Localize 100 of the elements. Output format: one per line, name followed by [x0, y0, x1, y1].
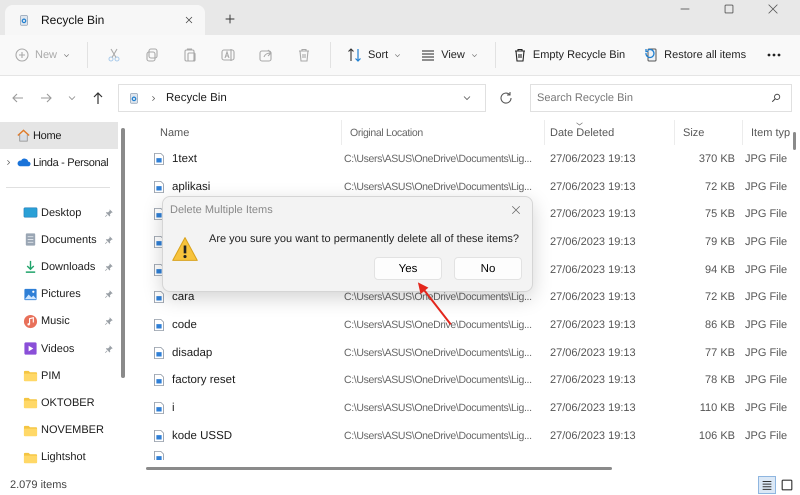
type-cell: JPG File	[745, 180, 788, 193]
size-cell: 79 KB	[705, 236, 735, 248]
image-file-icon	[152, 346, 166, 360]
empty-recycle-bin-button[interactable]: Empty Recycle Bin	[506, 42, 632, 68]
location-cell: C:\Users\ASUS\OneDrive\Documents\Lig...	[344, 318, 532, 331]
image-file-icon	[152, 373, 166, 388]
pin-icon	[104, 262, 114, 272]
date-cell: 27/06/2023 19:13	[550, 208, 636, 220]
pin-icon	[104, 344, 114, 354]
sidebar-item[interactable]: Desktop	[0, 199, 118, 226]
date-cell: 27/06/2023 19:13	[550, 318, 636, 331]
tiles-view-icon	[780, 478, 794, 492]
recycle-bin-icon	[127, 91, 141, 105]
column-header[interactable]: Item typ	[743, 120, 793, 145]
column-header[interactable]: Original Location	[342, 120, 545, 145]
scissors-icon	[106, 47, 122, 63]
sidebar-item[interactable]: PIM	[0, 362, 118, 390]
image-file-icon	[152, 401, 166, 416]
sidebar-item[interactable]: Downloads	[0, 253, 118, 281]
pin-icon	[104, 289, 114, 300]
new-tab-icon[interactable]	[223, 12, 237, 26]
close-icon[interactable]	[510, 204, 522, 216]
size-cell: 110 KB	[700, 402, 735, 414]
refresh-icon[interactable]	[498, 90, 514, 106]
location-cell: C:\Users\ASUS\OneDrive\Documents\Lig...	[344, 152, 532, 165]
restore-all-button[interactable]: Restore all items	[637, 42, 752, 68]
image-file-icon	[152, 450, 166, 460]
details-view-button[interactable]	[758, 476, 776, 494]
file-name[interactable]: 1text	[172, 152, 197, 165]
type-cell: JPG File	[745, 264, 788, 276]
rename-icon	[220, 47, 236, 63]
file-name[interactable]: disadap	[172, 346, 212, 359]
folder-icon	[23, 368, 38, 384]
size-cell: 106 KB	[698, 430, 735, 442]
view-button[interactable]: View	[414, 42, 485, 68]
type-cell: JPG File	[745, 374, 788, 386]
no-button[interactable]: No	[454, 257, 522, 280]
yes-button[interactable]: Yes	[374, 257, 442, 280]
tab-title: Recycle Bin	[41, 13, 106, 27]
search-icon[interactable]	[770, 92, 782, 104]
sidebar-item[interactable]: Linda - Personal	[0, 149, 118, 176]
location-cell: C:\Users\ASUS\OneDrive\Documents\Lig...	[344, 374, 532, 386]
type-cell: JPG File	[745, 318, 788, 331]
date-cell: 27/06/2023 19:13	[550, 430, 636, 442]
sidebar-item[interactable]: NOVEMBER	[0, 416, 118, 444]
type-cell: JPG File	[745, 291, 788, 304]
pin-icon	[104, 208, 114, 218]
file-name[interactable]: code	[172, 318, 197, 331]
sidebar-item[interactable]: Pictures	[0, 280, 118, 308]
sidebar-item[interactable]: Music	[0, 308, 118, 335]
column-header[interactable]: Name	[150, 120, 342, 145]
type-cell: JPG File	[745, 402, 788, 414]
image-file-icon	[152, 428, 166, 443]
file-name[interactable]: kode USSD	[172, 430, 232, 442]
type-cell: JPG File	[745, 236, 788, 248]
date-cell: 27/06/2023 19:13	[550, 346, 636, 359]
sidebar-item[interactable]: Lightshot	[0, 444, 118, 471]
dialog-message: Are you sure you want to permanently delete all of these items?	[209, 233, 520, 245]
date-cell: 27/06/2023 19:13	[550, 374, 636, 386]
address-bar[interactable]: Recycle Bin	[118, 84, 486, 112]
more-icon	[766, 53, 782, 57]
house-icon	[16, 128, 31, 143]
type-cell: JPG File	[745, 430, 788, 442]
folder-icon	[23, 395, 38, 410]
image-file-icon	[152, 180, 166, 194]
scrollbar[interactable]	[146, 466, 612, 471]
details-view-icon	[760, 478, 774, 492]
date-cell: 27/06/2023 19:13	[550, 291, 636, 304]
size-cell: 77 KB	[705, 346, 735, 359]
scrollbar[interactable]	[120, 128, 126, 378]
breadcrumb[interactable]: Recycle Bin	[166, 92, 227, 104]
music-icon	[23, 314, 38, 329]
search-field[interactable]: Search Recycle Bin	[530, 84, 792, 112]
sort-button[interactable]: Sort	[341, 42, 408, 68]
sort-caret-icon	[575, 120, 584, 127]
clipboard-icon	[182, 47, 198, 63]
warning-icon	[171, 235, 199, 263]
file-name[interactable]: cara	[172, 291, 194, 304]
file-name[interactable]: factory reset	[172, 374, 236, 386]
file-name[interactable]: aplikasi	[172, 180, 210, 193]
maximize-icon[interactable]	[722, 2, 736, 16]
column-header[interactable]: Date Deleted	[545, 120, 675, 145]
column-header[interactable]: Size	[675, 120, 743, 145]
date-cell: 27/06/2023 19:13	[550, 264, 636, 276]
sort-icon	[347, 47, 364, 63]
size-cell: 72 KB	[705, 180, 735, 193]
plus-circle-icon	[14, 47, 30, 63]
size-cell: 86 KB	[705, 318, 735, 331]
tab[interactable]: Recycle Bin	[5, 5, 205, 35]
close-icon[interactable]	[183, 14, 195, 26]
dialog-title: Delete Multiple Items	[170, 204, 273, 216]
scrollbar[interactable]	[792, 132, 797, 150]
recycle-bin-icon	[17, 13, 31, 27]
sidebar-item[interactable]: Videos	[0, 334, 118, 362]
sidebar-item[interactable]: OKTOBER	[0, 389, 118, 416]
sidebar-item[interactable]: Documents	[0, 226, 118, 254]
sidebar-item[interactable]: Home	[0, 122, 118, 149]
file-name[interactable]: i	[172, 402, 175, 414]
size-cell: 370 KB	[698, 152, 735, 165]
close-icon[interactable]	[766, 2, 780, 16]
